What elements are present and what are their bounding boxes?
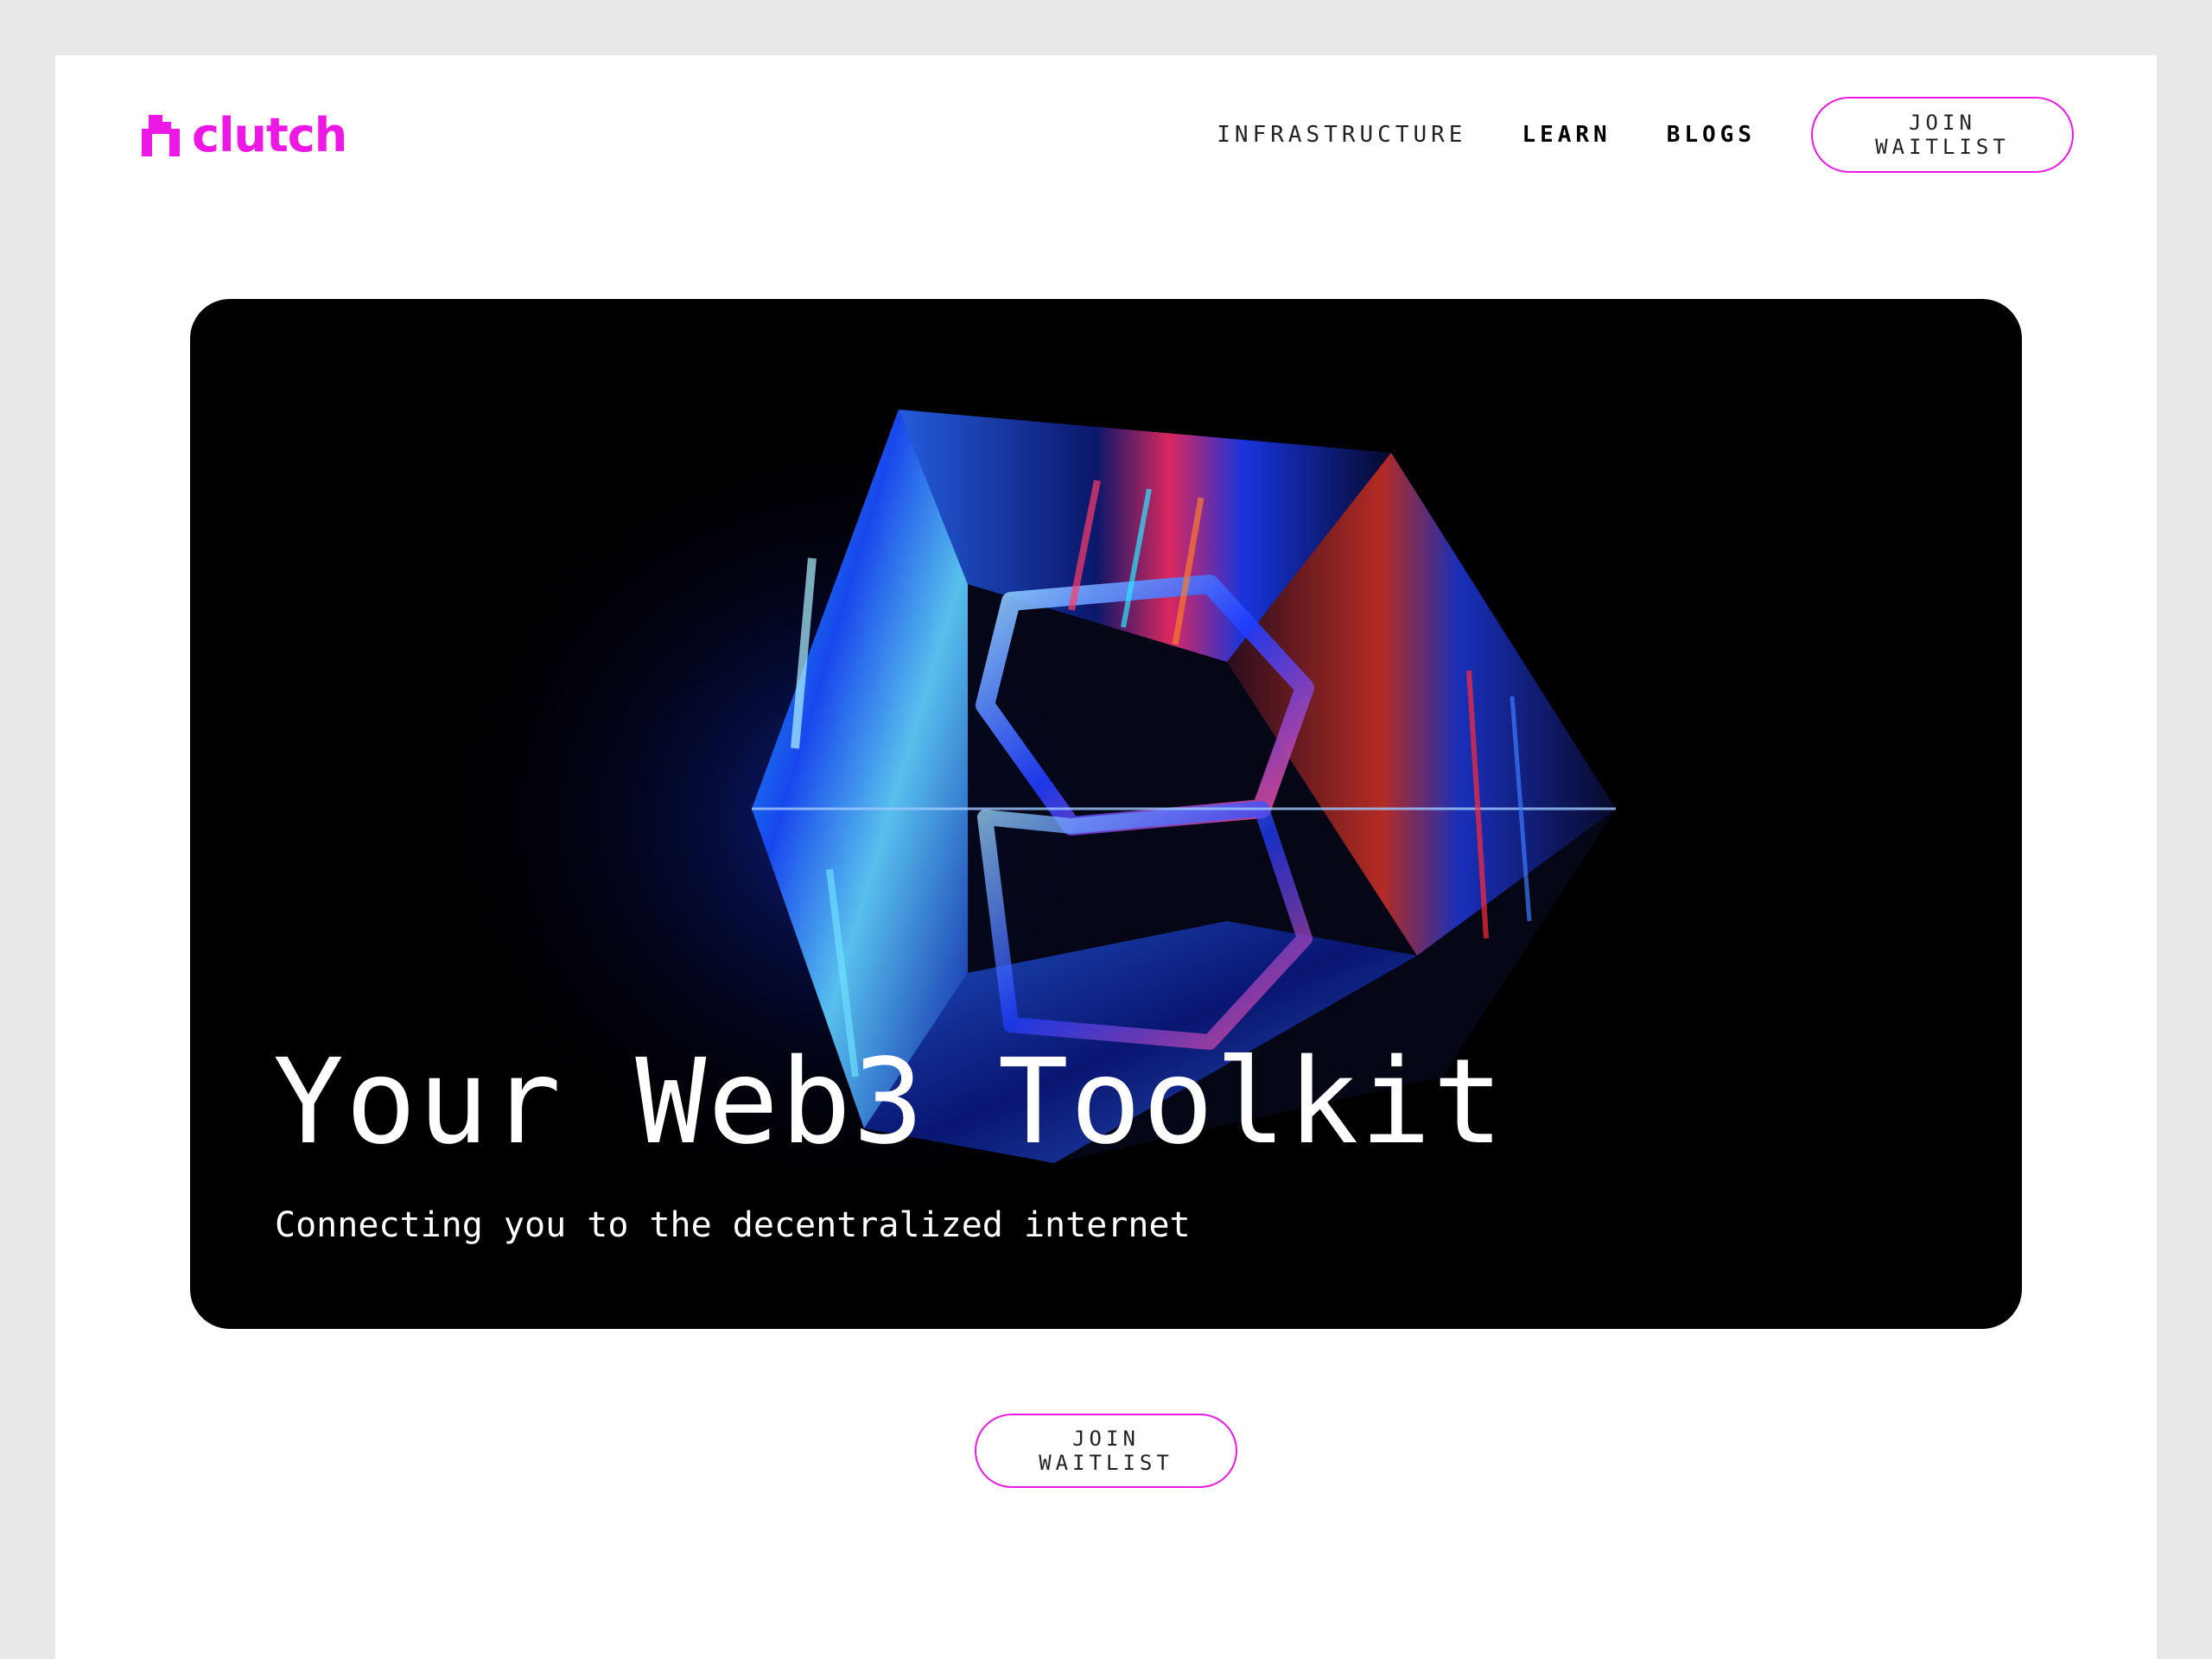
nav-item-infrastructure[interactable]: INFRASTRUCTURE <box>1217 122 1466 148</box>
page: clutch INFRASTRUCTURE LEARN BLOGS JOIN W… <box>55 55 2157 1659</box>
nav-item-learn[interactable]: LEARN <box>1522 122 1611 148</box>
brand-name: clutch <box>192 108 347 162</box>
logo-link[interactable]: clutch <box>137 107 347 164</box>
header-join-waitlist-button[interactable]: JOIN WAITLIST <box>1811 97 2074 173</box>
holographic-cube-image <box>415 403 1616 1232</box>
clutch-logo-icon <box>142 115 180 156</box>
hero-subtitle: Connecting you to the decentralized inte… <box>275 1205 1191 1245</box>
nav-item-blogs[interactable]: BLOGS <box>1667 122 1756 148</box>
hero-banner: Your Web3 Toolkit Connecting you to the … <box>190 299 2022 1329</box>
cta-section: JOIN WAITLIST <box>55 1414 2157 1488</box>
join-waitlist-button[interactable]: JOIN WAITLIST <box>975 1414 1237 1488</box>
main-nav: INFRASTRUCTURE LEARN BLOGS JOIN WAITLIST <box>1161 97 2074 173</box>
hero-title: Your Web3 Toolkit <box>273 1034 1505 1171</box>
